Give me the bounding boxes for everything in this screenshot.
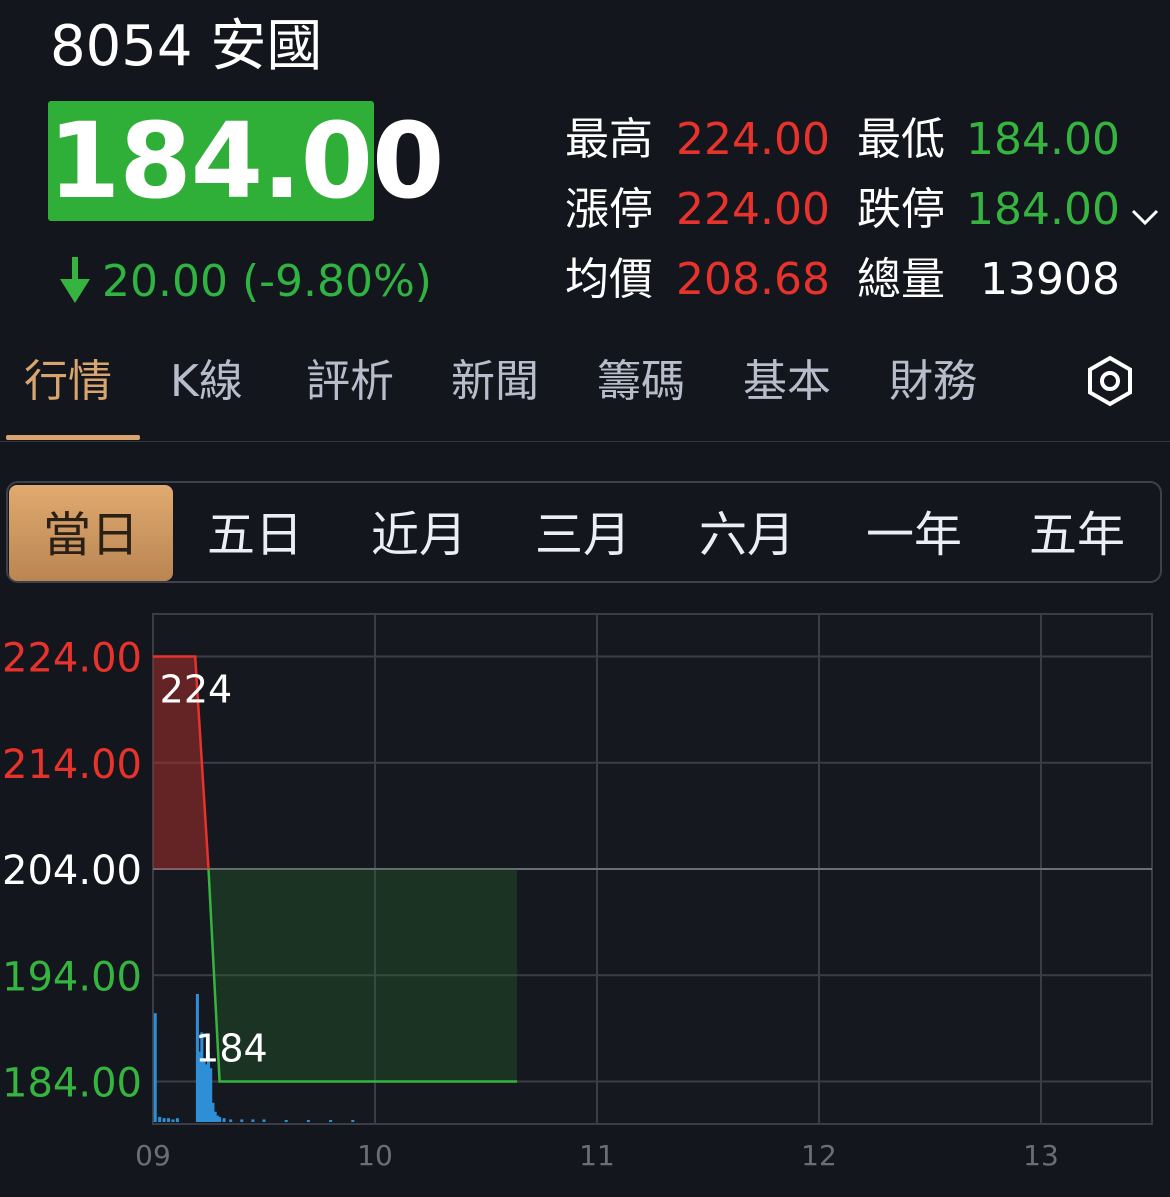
y-tick-label: 194.00: [2, 954, 142, 1000]
stat-value-volume: 13908: [980, 254, 1120, 305]
stat-label-volume: 總量: [857, 254, 945, 305]
settings-gear-icon[interactable]: [1084, 355, 1136, 407]
stat-value-low: 184.00: [966, 114, 1120, 165]
volume-bar: [284, 1120, 288, 1122]
range-6month[interactable]: 六月: [665, 503, 829, 567]
tab-analysis[interactable]: 評析: [306, 352, 394, 412]
volume-bar: [167, 1118, 171, 1122]
tabs-divider: [0, 441, 1170, 442]
volume-bar: [218, 1116, 222, 1122]
volume-bar: [251, 1119, 255, 1122]
volume-bar: [175, 1118, 179, 1122]
volume-bar: [158, 1116, 162, 1122]
down-arrow-icon: [60, 257, 90, 303]
volume-bar: [171, 1119, 175, 1122]
y-tick-label: 214.00: [2, 742, 142, 788]
stat-value-high: 224.00: [676, 114, 830, 165]
intraday-chart: 224.00 214.00 204.00 194.00 184.00 09 10 11 12 13…: [2, 613, 1153, 1172]
volume-bar: [351, 1120, 355, 1122]
tab-news[interactable]: 新聞: [451, 352, 539, 412]
y-tick-label: 224.00: [2, 636, 142, 682]
current-price: 184.00: [48, 100, 444, 222]
y-tick-label: 204.00: [2, 848, 142, 894]
x-tick-label: 12: [801, 1139, 837, 1172]
y-tick-label: 184.00: [2, 1061, 142, 1107]
volume-bar: [262, 1119, 266, 1122]
active-tab-indicator: [6, 435, 140, 440]
stat-label-limit-down: 跌停: [857, 184, 945, 235]
stat-label-high: 最高: [565, 114, 653, 165]
price-annotation: 184: [195, 1027, 268, 1071]
x-tick-label: 11: [579, 1139, 615, 1172]
volume-bar: [240, 1119, 244, 1122]
x-tick-label: 09: [135, 1139, 171, 1172]
expand-stats-chevron-icon[interactable]: [1124, 195, 1166, 237]
range-today[interactable]: 當日: [9, 503, 173, 567]
tab-market[interactable]: 行情: [24, 352, 112, 412]
volume-bar: [229, 1119, 233, 1122]
stat-label-low: 最低: [857, 114, 945, 165]
stat-value-limit-up: 224.00: [676, 184, 830, 235]
range-3month[interactable]: 三月: [501, 503, 665, 567]
volume-bar: [153, 1013, 157, 1122]
price-annotation: 224: [160, 668, 233, 712]
stat-value-limit-down: 184.00: [966, 184, 1120, 235]
range-1year[interactable]: 一年: [829, 503, 999, 567]
tab-basic[interactable]: 基本: [743, 352, 831, 412]
volume-bar: [329, 1120, 333, 1122]
x-tick-label: 10: [357, 1139, 393, 1172]
stat-value-avg: 208.68: [676, 254, 830, 305]
stat-label-limit-up: 漲停: [565, 184, 653, 235]
volume-bar: [306, 1120, 310, 1122]
range-1month[interactable]: 近月: [337, 503, 501, 567]
stat-label-avg: 均價: [565, 254, 653, 305]
range-5year[interactable]: 五年: [995, 503, 1159, 567]
stock-title: 8054 安國: [50, 14, 323, 79]
tab-finance[interactable]: 財務: [889, 352, 977, 412]
volume-bar: [222, 1118, 226, 1122]
tab-kline[interactable]: K線: [170, 352, 243, 412]
range-5day[interactable]: 五日: [173, 503, 337, 567]
x-tick-label: 13: [1023, 1139, 1059, 1172]
tab-chips[interactable]: 籌碼: [597, 352, 685, 412]
price-change: 20.00 (-9.80%): [102, 256, 432, 307]
volume-bar: [162, 1118, 166, 1122]
